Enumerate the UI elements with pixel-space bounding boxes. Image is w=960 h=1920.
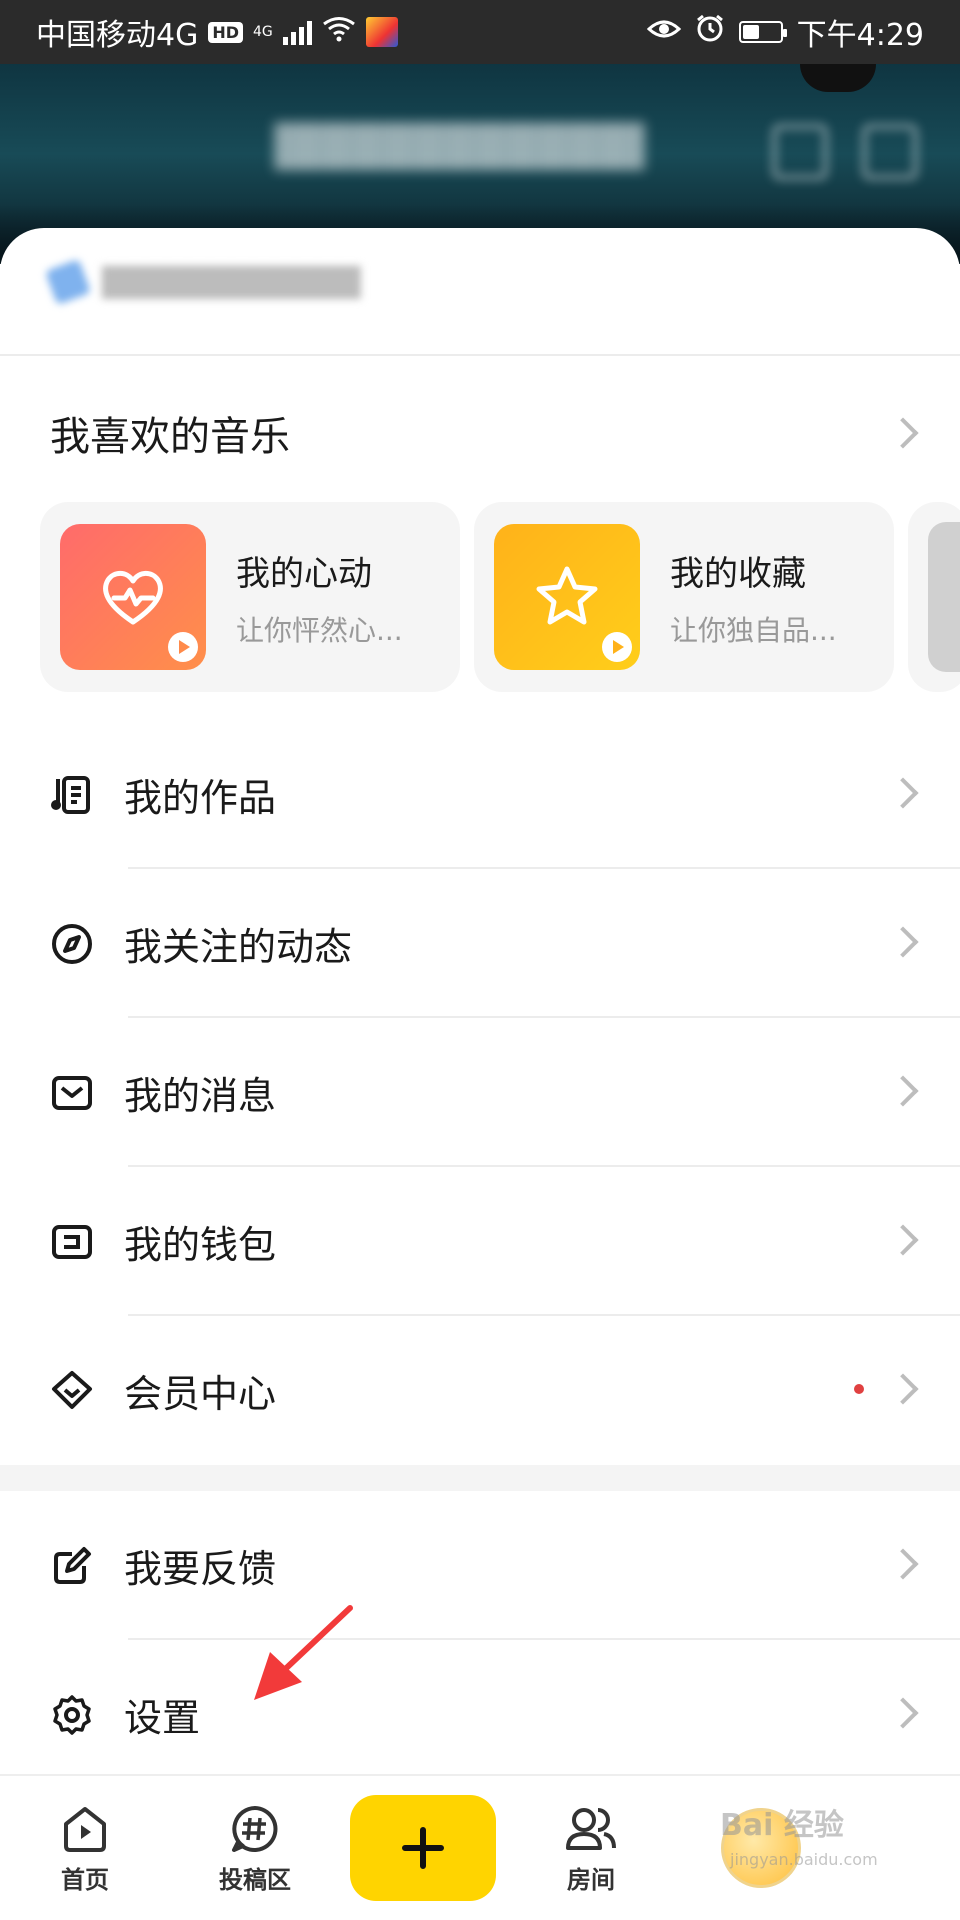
scan-icon[interactable] xyxy=(862,124,918,180)
music-list-icon xyxy=(50,773,94,817)
menu-item-label: 会员中心 xyxy=(124,1372,277,1416)
battery-fill xyxy=(742,25,759,39)
menu-item-label: 我要反馈 xyxy=(124,1547,277,1591)
create-button[interactable] xyxy=(350,1795,496,1901)
annotation-arrow-icon xyxy=(254,1605,353,1700)
play-icon[interactable] xyxy=(168,632,198,662)
favorites-carousel[interactable]: 我的心动 让你怦然心... 我的收藏 让你独自品... xyxy=(40,502,960,692)
menu-item-label: 设置 xyxy=(124,1696,201,1740)
favorite-music-row[interactable]: 我喜欢的音乐 xyxy=(0,378,960,488)
home-play-icon xyxy=(64,1806,106,1852)
id-icon xyxy=(44,258,92,306)
nav-label: 投稿区 xyxy=(219,1865,291,1894)
bottom-nav: 首页 投稿区 房间 xyxy=(0,1774,960,1920)
edit-icon[interactable] xyxy=(772,124,828,180)
people-icon xyxy=(566,1807,616,1850)
status-right: 下午4:29 xyxy=(646,10,924,54)
heart-pulse-icon xyxy=(103,570,163,625)
watermark-url: jingyan.baidu.com xyxy=(730,1850,878,1869)
nav-label: 首页 xyxy=(61,1865,109,1894)
chevron-right-icon xyxy=(887,1548,919,1580)
heartbeat-cover xyxy=(60,524,206,670)
menu-item-messages[interactable]: 我的消息 xyxy=(0,1018,960,1167)
alarm-icon xyxy=(695,13,725,51)
menu-item-wallet[interactable]: 我的钱包 xyxy=(0,1167,960,1316)
hd-badge: HD xyxy=(208,21,244,43)
notification-dot xyxy=(854,1384,864,1394)
menu-item-vip[interactable]: 会员中心 xyxy=(0,1316,960,1465)
eye-icon xyxy=(646,15,681,50)
menu-item-feedback[interactable]: 我要反馈 xyxy=(0,1491,960,1640)
carrier-label: 中国移动4G xyxy=(36,18,199,53)
signal-icon xyxy=(282,19,312,45)
fav-card-heartbeat[interactable]: 我的心动 让你怦然心... xyxy=(40,502,460,692)
watermark: Bai 经验 xyxy=(720,1808,844,1843)
fav-card-subtitle: 让你怦然心... xyxy=(236,613,403,647)
status-left: 中国移动4G HD 4G xyxy=(36,10,398,54)
avatar-edge xyxy=(800,64,876,92)
card-cover xyxy=(928,522,960,672)
status-bar: 中国移动4G HD 4G 下午4:29 xyxy=(0,0,960,64)
user-id-blurred: ████████████ xyxy=(44,258,361,306)
star-icon xyxy=(536,566,598,625)
mail-icon xyxy=(50,1071,94,1115)
menu-list: 我的作品 我关注的动态 我的消息 我的钱包 会员中心 我要反馈 设置 xyxy=(0,720,960,1789)
chevron-right-icon xyxy=(887,1075,919,1107)
fav-card-title: 我的心动 xyxy=(236,553,372,594)
menu-item-works[interactable]: 我的作品 xyxy=(0,720,960,869)
chevron-right-icon xyxy=(887,1697,919,1729)
menu-item-label: 我的钱包 xyxy=(124,1223,277,1267)
menu-item-label: 我的消息 xyxy=(124,1074,277,1118)
username-blurred: ████████████ xyxy=(275,124,645,170)
collection-cover xyxy=(494,524,640,670)
wifi-icon xyxy=(322,15,356,50)
nav-submissions[interactable]: 投稿区 xyxy=(170,1802,340,1895)
menu-item-label: 我关注的动态 xyxy=(124,925,353,969)
user-id-text: ████████████ xyxy=(102,265,361,299)
section-gap xyxy=(0,1465,960,1491)
divider xyxy=(0,354,960,356)
chevron-right-icon xyxy=(887,777,919,809)
favorite-music-title: 我喜欢的音乐 xyxy=(50,414,290,460)
nav-home[interactable]: 首页 xyxy=(0,1802,170,1895)
chevron-right-icon xyxy=(887,926,919,958)
profile-card: ████████████ xyxy=(0,228,960,358)
nav-label: 房间 xyxy=(567,1865,615,1894)
chevron-right-icon xyxy=(887,417,919,449)
fav-card-peek[interactable] xyxy=(908,502,960,692)
menu-item-label: 我的作品 xyxy=(124,776,277,820)
hashtag-bubble-icon xyxy=(232,1805,278,1852)
battery-icon xyxy=(738,21,787,43)
chevron-right-icon xyxy=(887,1224,919,1256)
play-icon[interactable] xyxy=(602,632,632,662)
menu-item-settings[interactable]: 设置 xyxy=(0,1640,960,1789)
compass-icon xyxy=(50,922,94,966)
gear-icon xyxy=(50,1693,94,1737)
app-notification-icon xyxy=(365,17,398,47)
chevron-right-icon xyxy=(887,1373,919,1405)
plus-icon xyxy=(402,1827,444,1869)
fav-card-collection[interactable]: 我的收藏 让你独自品... xyxy=(474,502,894,692)
fav-card-subtitle: 让你独自品... xyxy=(670,613,837,647)
clock-label: 下午4:29 xyxy=(796,18,924,53)
wallet-icon xyxy=(50,1220,94,1264)
fav-card-title: 我的收藏 xyxy=(670,553,806,594)
menu-item-following[interactable]: 我关注的动态 xyxy=(0,869,960,1018)
diamond-icon xyxy=(50,1369,94,1413)
nav-rooms[interactable]: 房间 xyxy=(506,1802,676,1895)
network-type: 4G xyxy=(253,24,273,40)
feedback-edit-icon xyxy=(50,1544,94,1588)
